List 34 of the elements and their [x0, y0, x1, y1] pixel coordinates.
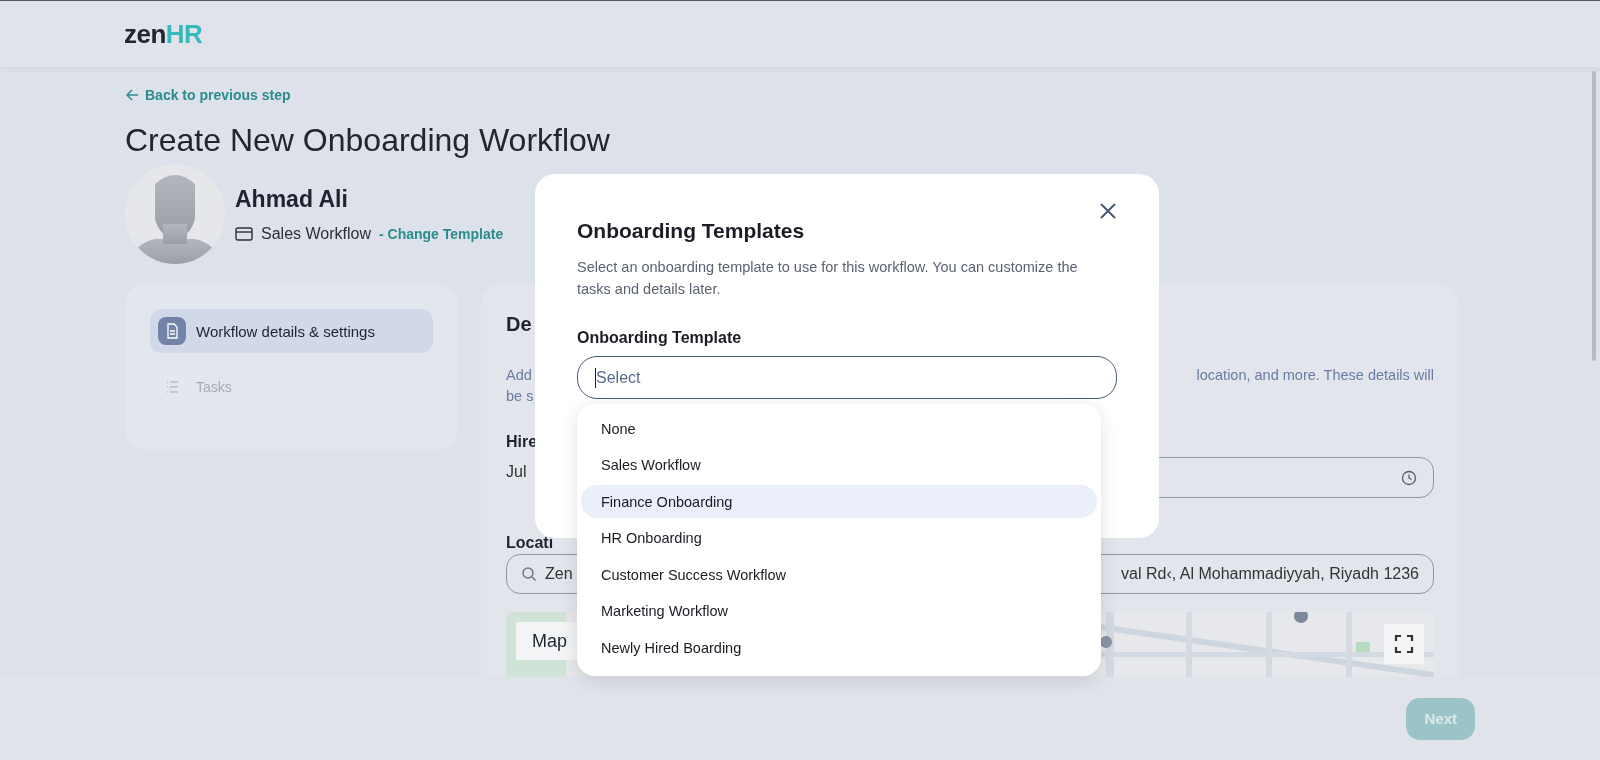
- text-cursor: [595, 368, 596, 388]
- template-name: Sales Workflow: [261, 224, 371, 243]
- step-item[interactable]: Workflow details & settings: [150, 309, 433, 353]
- dropdown-option[interactable]: HR Onboarding: [581, 521, 1097, 555]
- dialog-title: Onboarding Templates: [577, 219, 806, 243]
- section-heading: De: [506, 312, 532, 336]
- dropdown-option[interactable]: Newly Hired Boarding: [581, 631, 1097, 664]
- employee-name: Ahmad Ali: [235, 185, 349, 213]
- template-select[interactable]: Select: [577, 356, 1117, 399]
- dropdown-option[interactable]: Customer Success Workflow: [581, 558, 1097, 591]
- fullscreen-icon: [1394, 634, 1414, 654]
- close-button[interactable]: [1099, 202, 1117, 220]
- avatar-icon: [125, 164, 225, 264]
- field-label: Onboarding Template: [577, 329, 743, 347]
- description-text: location, and more. These details will: [1196, 366, 1434, 385]
- scrollbar[interactable]: [1592, 71, 1596, 361]
- card-icon: [235, 225, 253, 242]
- dropdown-option[interactable]: Finance Onboarding: [581, 485, 1097, 518]
- fullscreen-button[interactable]: [1384, 624, 1424, 664]
- dropdown-option[interactable]: Marketing Workflow: [581, 594, 1097, 628]
- field-label: Hire: [506, 432, 538, 452]
- search-icon: [521, 566, 537, 582]
- dialog-description: Select an onboarding template to use for this workflow. You can customize the tasks and details later.: [577, 258, 1079, 299]
- field-label: Locati: [506, 534, 554, 552]
- dropdown-option[interactable]: None: [581, 412, 1097, 445]
- dropdown-option[interactable]: Sales Workflow: [581, 448, 1097, 482]
- hire-date: Jul: [506, 462, 528, 482]
- document-icon: [158, 317, 186, 345]
- description-text: Add: [506, 366, 532, 385]
- page-title: Create New Onboarding Workflow: [125, 121, 611, 160]
- clock-icon: [1401, 469, 1417, 486]
- arrow-left-icon: [125, 88, 139, 102]
- description-text: be s: [506, 387, 534, 406]
- logo[interactable]: zenHR: [124, 18, 203, 50]
